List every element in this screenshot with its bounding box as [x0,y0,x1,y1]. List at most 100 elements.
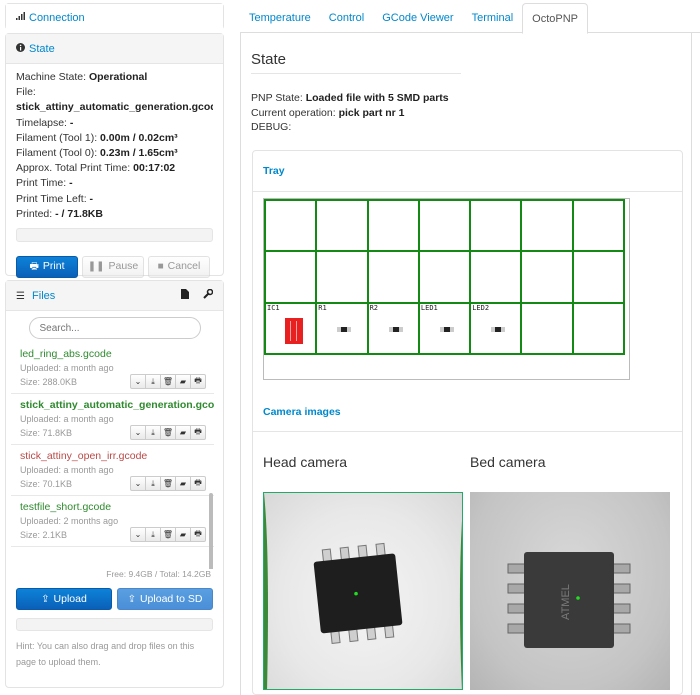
pnp-state-label: PNP State: [251,92,303,104]
download-icon[interactable]: ⤓ [145,476,161,491]
machine-state-label: Machine State: [16,71,87,83]
print-time-value: - [69,177,73,190]
select-icon[interactable]: ⌄ [130,425,146,440]
connection-panel: Connection [5,3,224,31]
trash-icon[interactable]: 🗑 [160,476,176,491]
file-item[interactable]: stick_attiny_open_irr.gcode Uploaded: a … [11,445,214,496]
state-body: Machine State: Operational File: stick_a… [6,64,223,279]
tray-cell [418,200,471,252]
tray-cell-led2: LED2 [470,302,522,354]
print-file-icon[interactable]: 🖶 [190,476,206,491]
file-search-input[interactable] [28,317,201,339]
camera-images-title[interactable]: Camera images [263,406,341,418]
tray-title[interactable]: Tray [263,165,285,177]
connection-header[interactable]: Connection [6,4,223,31]
tray-part-label: R2 [369,303,379,312]
file-item[interactable]: stick_attiny_automatic_generation.gcode … [11,394,214,445]
divider [253,191,682,192]
tray-cell [418,251,471,303]
tray-part-label: LED2 [472,303,490,312]
tab-gcode-viewer[interactable]: GCode Viewer [373,3,462,33]
tray-cell [367,200,419,252]
tray-cell [521,251,573,303]
file-uploaded: Uploaded: a month ago [20,363,114,373]
select-icon[interactable]: ⌄ [130,527,146,542]
folder-icon[interactable]: ▰ [175,374,191,389]
tray-cell [470,200,522,252]
print-button[interactable]: 🖶 Print [16,256,78,279]
print-file-icon[interactable]: 🖶 [190,374,206,389]
storage-free: Free: 9.4GB / Total: 14.2GB [106,569,211,579]
state-title[interactable]: State [29,43,55,55]
cancel-button[interactable]: ■ Cancel [148,256,210,279]
folder-icon[interactable]: ▰ [175,425,191,440]
file-name[interactable]: stick_attiny_automatic_generation.gcode [20,398,214,412]
tray-canvas: IC1 R1 R2 LED1 LED2 [263,198,630,380]
trash-icon[interactable]: 🗑 [160,374,176,389]
timelapse-label: Timelapse: [16,116,67,129]
tab-terminal[interactable]: Terminal [463,3,523,33]
pause-label: Pause [108,260,139,273]
trash-icon[interactable]: 🗑 [160,527,176,542]
led-part-icon [439,326,454,332]
pnp-state-heading: State [251,51,287,68]
tray-grid: IC1 R1 R2 LED1 LED2 [264,199,626,355]
filament-tool0-label: Filament (Tool 0): [16,147,98,160]
tab-octopnp[interactable]: OctoPNP [522,3,589,34]
debug-label: DEBUG: [251,121,292,133]
file-name[interactable]: led_ring_abs.gcode [20,347,210,361]
approx-time-value: 00:17:02 [133,162,176,175]
timelapse-value: - [69,116,74,129]
tray-cell [572,200,625,252]
download-icon[interactable]: ⤓ [145,425,161,440]
file-value: stick_attiny_automatic_generation.gcode [16,101,213,114]
connection-title[interactable]: Connection [29,12,85,24]
folder-icon[interactable]: ▰ [175,527,191,542]
octopnp-content: State PNP State: Loaded file with 5 SMD … [240,33,692,695]
files-header: ☰ Files [6,281,223,311]
upload-sd-button[interactable]: ⇪ Upload to SD [117,588,213,610]
tray-part-label: IC1 [267,303,280,312]
file-name[interactable]: stick_attiny_open_irr.gcode [20,449,210,463]
tray-cell [265,200,317,252]
download-icon[interactable]: ⤓ [145,374,161,389]
file-label: File: [16,86,36,99]
select-icon[interactable]: ⌄ [130,476,146,491]
file-list-scrollbar[interactable] [209,493,213,569]
bed-camera-title: Bed camera [470,454,546,470]
resistor-part-icon [388,326,403,332]
file-list[interactable]: led_ring_abs.gcode Uploaded: a month ago… [11,343,214,569]
select-icon[interactable]: ⌄ [130,374,146,389]
pause-button[interactable]: ❚❚ Pause [82,256,144,279]
stop-icon: ■ [157,261,164,273]
approx-time-label: Approx. Total Print Time: [16,162,131,175]
print-file-icon[interactable]: 🖶 [190,527,206,542]
tray-cell-led1: LED1 [418,302,471,354]
info-icon [16,42,25,55]
head-camera-title: Head camera [263,454,348,470]
pause-icon: ❚❚ [87,261,105,273]
tray-cell [316,200,368,252]
tab-temperature[interactable]: Temperature [240,3,320,33]
state-header[interactable]: State [6,34,223,64]
upload-button[interactable]: ⇪ Upload [16,588,112,610]
pnp-state-value: Loaded file with 5 SMD parts [305,92,449,104]
file-item[interactable]: led_ring_abs.gcode Uploaded: a month ago… [11,343,214,394]
folder-icon[interactable]: ▰ [175,476,191,491]
tab-control[interactable]: Control [320,3,373,33]
tray-cell-r2: R2 [367,302,419,354]
files-title[interactable]: Files [32,290,55,302]
new-file-icon[interactable] [181,289,189,302]
pnp-status: PNP State: Loaded file with 5 SMD parts … [251,91,449,135]
tray-cell-r1: R1 [316,302,368,354]
download-icon[interactable]: ⤓ [145,527,161,542]
trash-icon[interactable]: 🗑 [160,425,176,440]
tray-cell [470,251,522,303]
tray-panel: Tray IC1 R1 R2 LED1 LED2 Camera images H… [252,150,683,695]
files-panel: ☰ Files led_ring_abs.gcode Uploaded: a m… [5,280,224,688]
file-item[interactable]: testfile_short.gcode Uploaded: 2 months … [11,496,214,547]
print-file-icon[interactable]: 🖶 [190,425,206,440]
file-name[interactable]: testfile_short.gcode [20,500,210,514]
wrench-icon[interactable] [203,288,214,302]
tab-bar: Temperature Control GCode Viewer Termina… [240,3,700,34]
